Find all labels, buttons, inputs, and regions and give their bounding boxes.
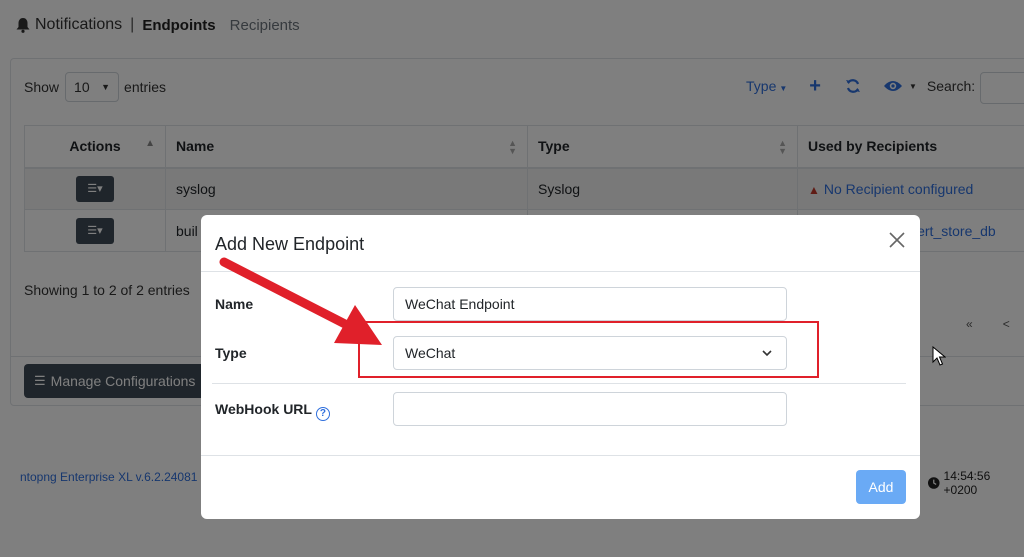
name-input-value: WeChat Endpoint: [405, 296, 515, 312]
form-divider: [212, 383, 906, 384]
name-label: Name: [215, 296, 254, 312]
add-button[interactable]: Add: [856, 470, 906, 504]
modal-footer: [201, 455, 920, 456]
type-label: Type: [215, 345, 247, 361]
help-icon[interactable]: ?: [315, 406, 330, 421]
webhook-url-input[interactable]: [393, 392, 787, 426]
modal-header: Add New Endpoint: [201, 215, 920, 272]
highlight-box: [358, 321, 819, 378]
close-icon[interactable]: [888, 231, 906, 249]
name-input[interactable]: WeChat Endpoint: [393, 287, 787, 321]
modal-title: Add New Endpoint: [215, 234, 365, 254]
webhook-url-label: WebHook URL?: [215, 401, 330, 421]
mouse-cursor-icon: [932, 346, 946, 366]
